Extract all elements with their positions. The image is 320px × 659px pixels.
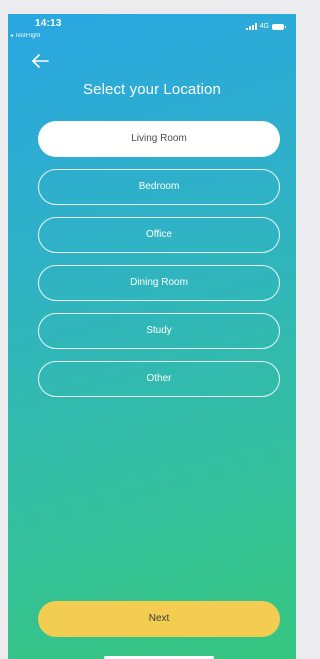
location-option-bedroom[interactable]: Bedroom <box>38 169 280 205</box>
next-button[interactable]: Next <box>38 601 280 637</box>
signal-icon <box>245 23 257 30</box>
status-bar: 14:13 ◂ TestFlight 4G <box>8 14 296 50</box>
location-option-living-room[interactable]: Living Room <box>38 121 280 157</box>
battery-icon <box>272 23 286 30</box>
location-option-dining-room[interactable]: Dining Room <box>38 265 280 301</box>
back-button[interactable] <box>30 50 52 72</box>
location-options-list: Living Room Bedroom Office Dining Room S… <box>38 121 280 409</box>
location-option-study[interactable]: Study <box>38 313 280 349</box>
location-option-other[interactable]: Other <box>38 361 280 397</box>
back-to-app-link[interactable]: ◂ TestFlight <box>10 32 40 39</box>
status-time: 14:13 <box>35 18 62 29</box>
network-type: 4G <box>259 23 269 30</box>
arrow-left-icon <box>32 54 49 68</box>
location-option-office[interactable]: Office <box>38 217 280 253</box>
status-indicators: 4G <box>245 23 286 30</box>
page-title: Select your Location <box>83 81 221 98</box>
phone-screen: 14:13 ◂ TestFlight 4G Select your Locati… <box>8 14 296 659</box>
